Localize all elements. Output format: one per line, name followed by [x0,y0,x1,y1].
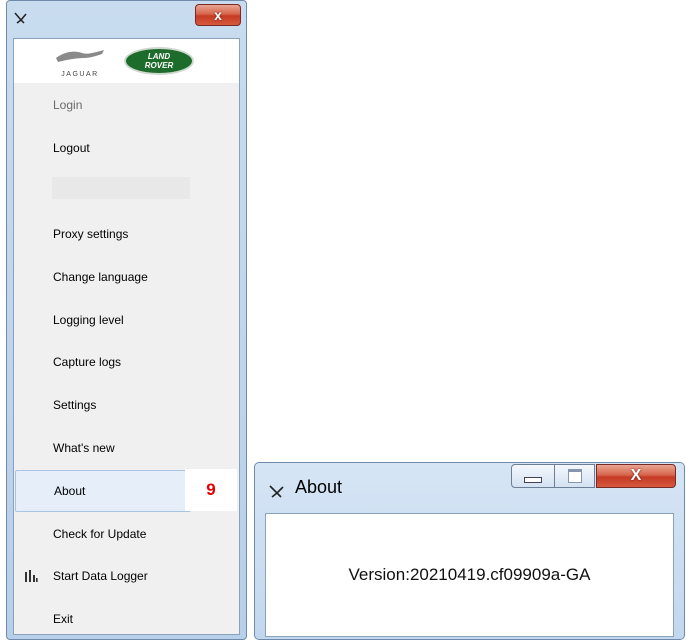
step-number-badge: 9 [185,469,237,511]
menu-close-button[interactable]: x [195,4,241,26]
about-content: Version:20210419.cf09909a-GA [265,513,674,637]
main-menu-window: x JAGUAR LAND ROVER Login Logout Proxy s… [6,0,247,640]
landrover-line2: ROVER [144,61,174,70]
jaguar-leaper-icon [56,50,104,62]
about-close-button[interactable]: X [596,464,676,488]
blank-field [52,177,190,199]
jaguar-wordmark: JAGUAR [61,71,99,78]
maximize-icon [567,469,582,483]
menu-item-exit[interactable]: Exit [15,598,237,640]
brand-logos: JAGUAR LAND ROVER [14,39,239,83]
jaguar-logo: JAGUAR [52,44,108,78]
menu-item-proxy-settings[interactable]: Proxy settings [15,213,237,255]
landrover-logo: LAND ROVER [124,47,194,75]
minimize-icon [524,477,542,483]
menu-item-about[interactable]: About [15,470,191,512]
menu-item-logout[interactable]: Logout [15,127,237,169]
menu-item-whats-new[interactable]: What's new [15,427,237,469]
menu-titlebar: x [7,1,246,38]
menu-item-settings[interactable]: Settings [15,384,237,426]
menu-item-logging-level[interactable]: Logging level [15,299,237,341]
app-logo-icon [269,485,284,498]
menu-item-start-data-logger[interactable]: Start Data Logger [15,555,237,597]
maximize-button[interactable] [555,464,595,488]
about-dialog: About X Version:20210419.cf09909a-GA [254,462,685,640]
menu-item-check-for-update[interactable]: Check for Update [15,513,237,555]
about-title: About [295,477,343,497]
menu-item-login: Login [53,98,83,112]
minimize-button[interactable] [511,464,555,488]
app-logo-icon [14,12,27,24]
landrover-line1: LAND [147,52,171,61]
menu-item-change-language[interactable]: Change language [15,256,237,298]
menu-item-capture-logs[interactable]: Capture logs [15,341,237,383]
version-text: Version:20210419.cf09909a-GA [348,565,591,584]
